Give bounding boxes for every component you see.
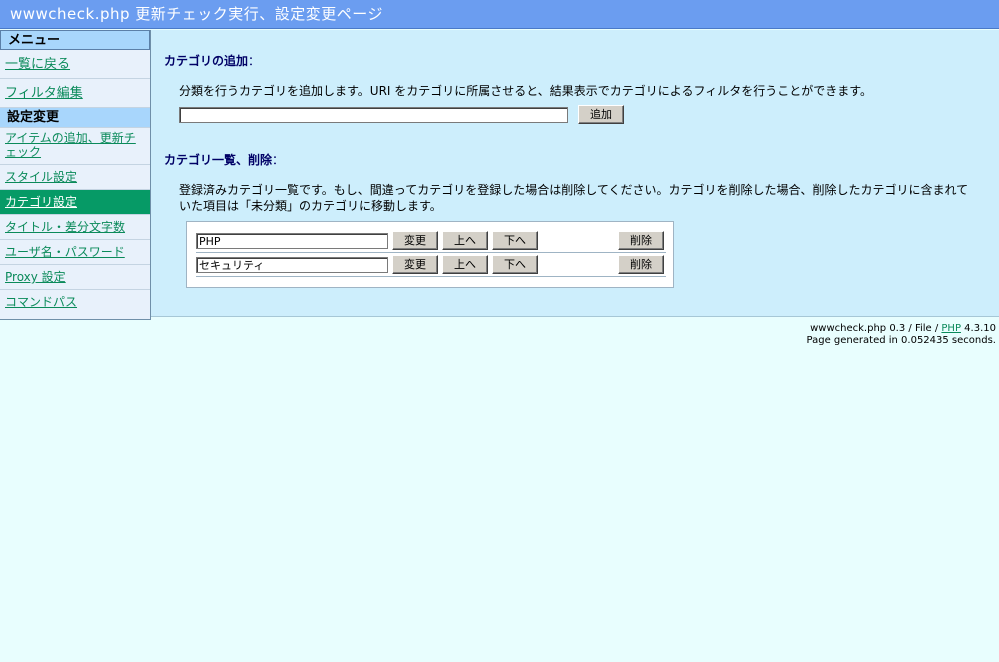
php-link[interactable]: PHP [941, 323, 961, 334]
page-footer: wwwcheck.php 0.3 / File / PHP 4.3.10 Pag… [807, 323, 996, 347]
sidebar-item-add-update-check[interactable]: アイテムの追加、更新チェック [0, 128, 150, 165]
footer-version-text: wwwcheck.php 0.3 / File / [810, 323, 942, 334]
page-title: wwwcheck.php 更新チェック実行、設定変更ページ [0, 0, 999, 29]
category-row-php: 変更 上へ 下へ 削除 [196, 231, 666, 253]
move-up-button[interactable]: 上へ [442, 231, 488, 250]
new-category-input[interactable] [179, 106, 568, 123]
category-name-input[interactable] [196, 233, 388, 249]
footer-php-version: 4.3.10 [961, 323, 996, 334]
footer-generation-time: Page generated in 0.052435 seconds. [806, 335, 996, 346]
move-down-button[interactable]: 下へ [492, 255, 538, 274]
delete-button[interactable]: 削除 [618, 231, 664, 250]
category-row-security: 変更 上へ 下へ 削除 [196, 255, 666, 277]
add-category-heading: カテゴリの追加： [164, 54, 261, 68]
sidebar-item-filter-edit[interactable]: フィルタ編集 [0, 79, 150, 108]
sidebar-item-title-diff-chars[interactable]: タイトル・差分文字数 [0, 215, 150, 240]
sidebar-menu: メニュー 一覧に戻る フィルタ編集 設定変更 アイテムの追加、更新チェック スタ… [0, 30, 151, 320]
sidebar-item-category-settings[interactable]: カテゴリ設定 [0, 190, 150, 215]
category-list-heading: カテゴリ一覧、削除： [164, 153, 285, 167]
category-name-input[interactable] [196, 257, 388, 273]
add-category-description: 分類を行うカテゴリを追加します。URI をカテゴリに所属させると、結果表示でカテ… [179, 84, 872, 98]
add-category-row: 追加 [179, 105, 624, 124]
category-list-section: カテゴリ一覧、削除： [164, 151, 284, 168]
sidebar-item-style-settings[interactable]: スタイル設定 [0, 165, 150, 190]
delete-button[interactable]: 削除 [618, 255, 664, 274]
move-down-button[interactable]: 下へ [492, 231, 538, 250]
footer-version-line: wwwcheck.php 0.3 / File / PHP 4.3.10 [807, 323, 996, 335]
sidebar-item-command-path[interactable]: コマンドパス [0, 290, 150, 315]
sidebar-item-username-password[interactable]: ユーザ名・パスワード [0, 240, 150, 265]
sidebar-item-back-to-list[interactable]: 一覧に戻る [0, 50, 150, 79]
add-category-section: カテゴリの追加： [164, 52, 260, 69]
category-list-box: 変更 上へ 下へ 削除 変更 上へ 下へ 削除 [186, 221, 674, 288]
change-button[interactable]: 変更 [392, 255, 438, 274]
sidebar-item-proxy-settings[interactable]: Proxy 設定 [0, 265, 150, 290]
sidebar-section-settings: 設定変更 [0, 108, 150, 128]
move-up-button[interactable]: 上へ [442, 255, 488, 274]
category-list-description: 登録済みカテゴリ一覧です。もし、間違ってカテゴリを登録した場合は削除してください… [179, 183, 969, 213]
add-category-button[interactable]: 追加 [578, 105, 624, 124]
sidebar-header: メニュー [0, 30, 150, 50]
change-button[interactable]: 変更 [392, 231, 438, 250]
